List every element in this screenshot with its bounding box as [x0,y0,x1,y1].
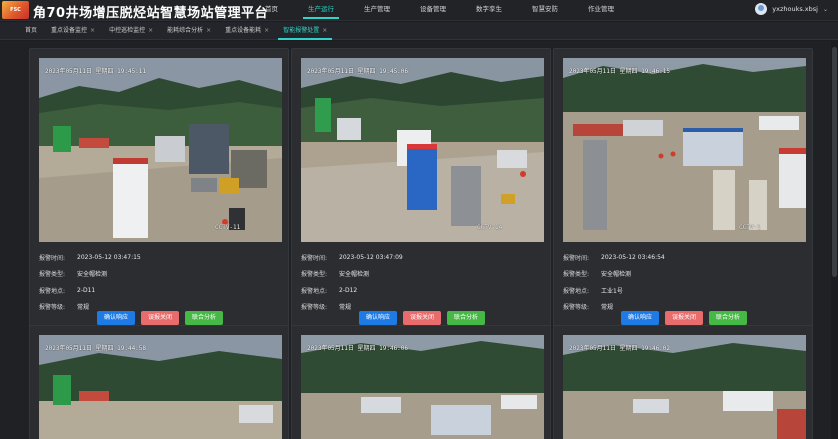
alarm-type: 安全帽检测 [339,271,370,279]
false-alarm-close-button[interactable]: 误报关闭 [664,311,703,325]
camera-snapshot[interactable]: 2023年05月11日 星期四 19:46:15 CCTV-1 [563,58,806,242]
close-icon[interactable]: × [322,22,327,40]
alarm-card: 2023年05月11日 星期四 19:44:58 [29,325,289,439]
alarm-location: 2-D11 [77,286,96,294]
label-alarm-level: 报警等级: [39,304,66,312]
vertical-scrollbar[interactable] [831,41,838,439]
false-alarm-close-button[interactable]: 误报关闭 [402,311,441,325]
company-logo: FSC [2,1,29,19]
tab-key-equipment-monitor[interactable]: 重点设备监控 × [44,22,102,40]
close-icon[interactable]: × [206,22,211,40]
camera-timestamp: 2023年05月11日 星期四 19:45:11 [45,68,147,75]
scrollbar-thumb[interactable] [832,47,837,277]
label-alarm-level: 报警等级: [563,304,590,312]
action-buttons: 确认响应 误报关闭 联合分析 [30,311,290,325]
alarm-card: 2023年05月11日 星期四 19:46:02 [553,325,813,439]
camera-timestamp: 2023年05月11日 星期四 19:44:58 [45,345,147,352]
camera-snapshot[interactable]: 2023年05月11日 星期四 19:45:11 CCTV-11 [39,58,282,242]
tab-label: 能耗综合分析 [167,27,204,34]
tab-label: 重点设备监控 [51,27,88,34]
label-alarm-type: 报警类型: [563,271,590,279]
top-header: FSC 角70井场增压脱烃站智慧场站管理平台 首页 生产运行 生产管理 设备管理… [0,0,838,21]
alarm-card: 2023年05月11日 星期四 19:46:15 CCTV-1 报警时间: 202… [553,48,813,331]
camera-snapshot[interactable]: 2023年05月11日 星期四 19:46:06 [301,335,544,439]
user-avatar[interactable] [755,3,768,15]
app-title: 角70井场增压脱烃站智慧场站管理平台 [33,6,269,21]
label-alarm-location: 报警地点: [563,287,590,295]
tab-bar: 首页 重点设备监控 × 中控巡检监控 × 能耗综合分析 × 重点设备能耗 × 智能报警处… [0,22,838,40]
chevron-down-icon[interactable]: ⌄ [823,6,828,13]
camera-timestamp: 2023年05月11日 星期四 19:46:02 [569,345,671,352]
alarm-time: 2023-05-12 03:47:15 [77,253,141,261]
close-icon[interactable]: × [90,22,95,40]
nav-home[interactable]: 首页 [250,0,293,21]
logo-text: FSC [10,7,21,13]
camera-timestamp: 2023年05月11日 星期四 19:46:06 [307,345,409,352]
alarm-level: 常规 [77,304,90,312]
tab-label: 重点设备能耗 [225,27,262,34]
camera-timestamp: 2023年05月11日 星期四 19:46:15 [569,68,671,75]
nav-equipment-mgmt[interactable]: 设备管理 [405,0,461,21]
alarm-level: 常规 [601,304,614,312]
false-alarm-close-button[interactable]: 误报关闭 [140,311,179,325]
main-nav: 首页 生产运行 生产管理 设备管理 数字孪生 智慧安防 作业管理 [250,0,629,21]
alarm-card: 2023年05月11日 星期四 19:46:06 [291,325,551,439]
alarm-info: 报警时间: 2023-05-12 03:47:15 报警类型: 安全帽检测 报警地点… [39,249,282,315]
joint-analysis-button[interactable]: 联合分析 [709,311,748,325]
label-alarm-level: 报警等级: [301,304,328,312]
camera-timestamp: 2023年05月11日 星期四 19:45:06 [307,68,409,75]
nav-operation-mgmt[interactable]: 作业管理 [573,0,629,21]
tab-label: 首页 [25,27,38,34]
alarm-info: 报警时间: 2023-05-12 03:46:54 报警类型: 安全帽检测 报警地点… [563,249,806,315]
confirm-response-button[interactable]: 确认响应 [96,311,135,325]
confirm-response-button[interactable]: 确认响应 [620,311,659,325]
alarm-type: 安全帽检测 [601,271,632,279]
camera-snapshot[interactable]: 2023年05月11日 星期四 19:46:02 [563,335,806,439]
label-alarm-location: 报警地点: [301,287,328,295]
alarm-card: 2023年05月11日 星期四 19:45:11 CCTV-11 报警时间: 20… [29,48,289,331]
label-alarm-time: 报警时间: [563,254,590,262]
label-alarm-type: 报警类型: [301,271,328,279]
nav-production-mgmt[interactable]: 生产管理 [349,0,405,21]
action-buttons: 确认响应 误报关闭 联合分析 [292,311,552,325]
close-icon[interactable]: × [148,22,153,40]
alarm-type: 安全帽检测 [77,271,108,279]
label-alarm-location: 报警地点: [39,287,66,295]
camera-label: CCTV-1 [739,224,761,231]
tab-label: 中控巡检监控 [109,27,146,34]
alarm-location: 工业1号 [601,287,623,295]
tab-home[interactable]: 首页 [18,22,44,40]
tab-key-equipment-energy[interactable]: 重点设备能耗 × [218,22,276,40]
alarm-card-grid: 2023年05月11日 星期四 19:45:11 CCTV-11 报警时间: 20… [0,41,838,439]
tab-energy-analysis[interactable]: 能耗综合分析 × [160,22,218,40]
camera-snapshot[interactable]: 2023年05月11日 星期四 19:45:06 CCTV-14 [301,58,544,242]
nav-digital-twin[interactable]: 数字孪生 [461,0,517,21]
label-alarm-time: 报警时间: [301,254,328,262]
alarm-level: 常规 [339,304,352,312]
alarm-card: 2023年05月11日 星期四 19:45:06 CCTV-14 报警时间: 20… [291,48,551,331]
joint-analysis-button[interactable]: 联合分析 [185,311,224,325]
camera-label: CCTV-14 [477,224,503,231]
user-menu[interactable]: yxzhouks.xbsj ⌄ [755,3,828,15]
action-buttons: 确认响应 误报关闭 联合分析 [554,311,814,325]
nav-smart-security[interactable]: 智慧安防 [517,0,573,21]
camera-label: CCTV-11 [215,224,241,231]
tab-central-inspection[interactable]: 中控巡检监控 × [102,22,160,40]
alarm-location: 2-D12 [339,286,358,294]
close-icon[interactable]: × [264,22,269,40]
label-alarm-time: 报警时间: [39,254,66,262]
tab-label: 智能报警处置 [283,27,320,34]
tab-smart-alarm[interactable]: 智能报警处置 × [276,22,334,40]
label-alarm-type: 报警类型: [39,271,66,279]
confirm-response-button[interactable]: 确认响应 [358,311,397,325]
joint-analysis-button[interactable]: 联合分析 [447,311,486,325]
camera-snapshot[interactable]: 2023年05月11日 星期四 19:44:58 [39,335,282,439]
alarm-time: 2023-05-12 03:46:54 [601,253,665,261]
username[interactable]: yxzhouks.xbsj [772,5,818,13]
alarm-info: 报警时间: 2023-05-12 03:47:09 报警类型: 安全帽检测 报警地点… [301,249,544,315]
nav-production-run[interactable]: 生产运行 [293,0,349,21]
alarm-time: 2023-05-12 03:47:09 [339,253,403,261]
